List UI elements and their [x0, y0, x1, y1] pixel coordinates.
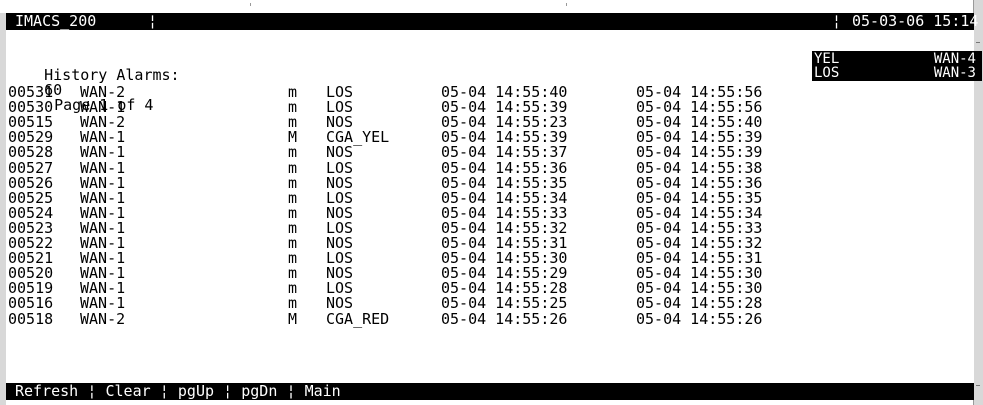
- alarm-port: WAN-2: [80, 309, 126, 328]
- alarm-type: CGA_RED: [326, 309, 390, 328]
- menu-separator: ¦: [286, 382, 296, 400]
- menu-item-pgdn[interactable]: pgDn: [241, 384, 277, 399]
- active-alarm-port: WAN-4: [933, 51, 976, 67]
- alarm-row: 00518 WAN-2 M CGA_RED 05-04 14:55:26 05-04 14…: [8, 309, 808, 328]
- alarm-end-time: 05-04 14:55:26: [636, 309, 763, 328]
- top-ruler-mark: [566, 3, 567, 6]
- menu-separator: ¦: [87, 382, 97, 400]
- alarm-id: 00518: [8, 309, 54, 328]
- title-separator: ¦: [832, 12, 842, 30]
- alarm-start-time: 05-04 14:55:26: [441, 309, 568, 328]
- alarm-severity: M: [288, 309, 298, 328]
- system-datetime: 05-03-06 15:14: [852, 12, 979, 30]
- menu-item-clear[interactable]: Clear: [106, 384, 151, 399]
- scrollbar-tick: [976, 385, 980, 386]
- command-menu-bar: Refresh ¦ Clear ¦ pgUp ¦ pgDn ¦ Main: [6, 383, 974, 400]
- active-alarm-type: YEL: [814, 51, 840, 67]
- menu-item-main[interactable]: Main: [305, 384, 341, 399]
- top-ruler-mark: [250, 3, 251, 6]
- system-name: IMACS_200: [15, 12, 97, 30]
- scrollbar-tick: [976, 42, 980, 43]
- title-bar: IMACS_200 ¦ ¦ 05-03-06 15:14: [6, 12, 978, 30]
- active-alarm-type: LOS: [814, 65, 840, 81]
- menu-separator: ¦: [223, 382, 233, 400]
- heading-label: History Alarms:: [44, 66, 180, 84]
- terminal-screen: IMACS_200 ¦ ¦ 05-03-06 15:14 History Ala…: [6, 12, 982, 400]
- active-alarms-panel: YEL WAN-4 LOS WAN-3: [812, 51, 982, 81]
- active-alarm-row: LOS WAN-3: [812, 66, 982, 80]
- active-alarm-port: WAN-3: [933, 65, 976, 81]
- active-alarm-row: YEL WAN-4: [812, 52, 982, 66]
- title-separator: ¦: [148, 12, 158, 30]
- menu-item-refresh[interactable]: Refresh: [15, 384, 78, 399]
- menu-separator: ¦: [159, 382, 169, 400]
- menu-item-pgup[interactable]: pgUp: [178, 384, 214, 399]
